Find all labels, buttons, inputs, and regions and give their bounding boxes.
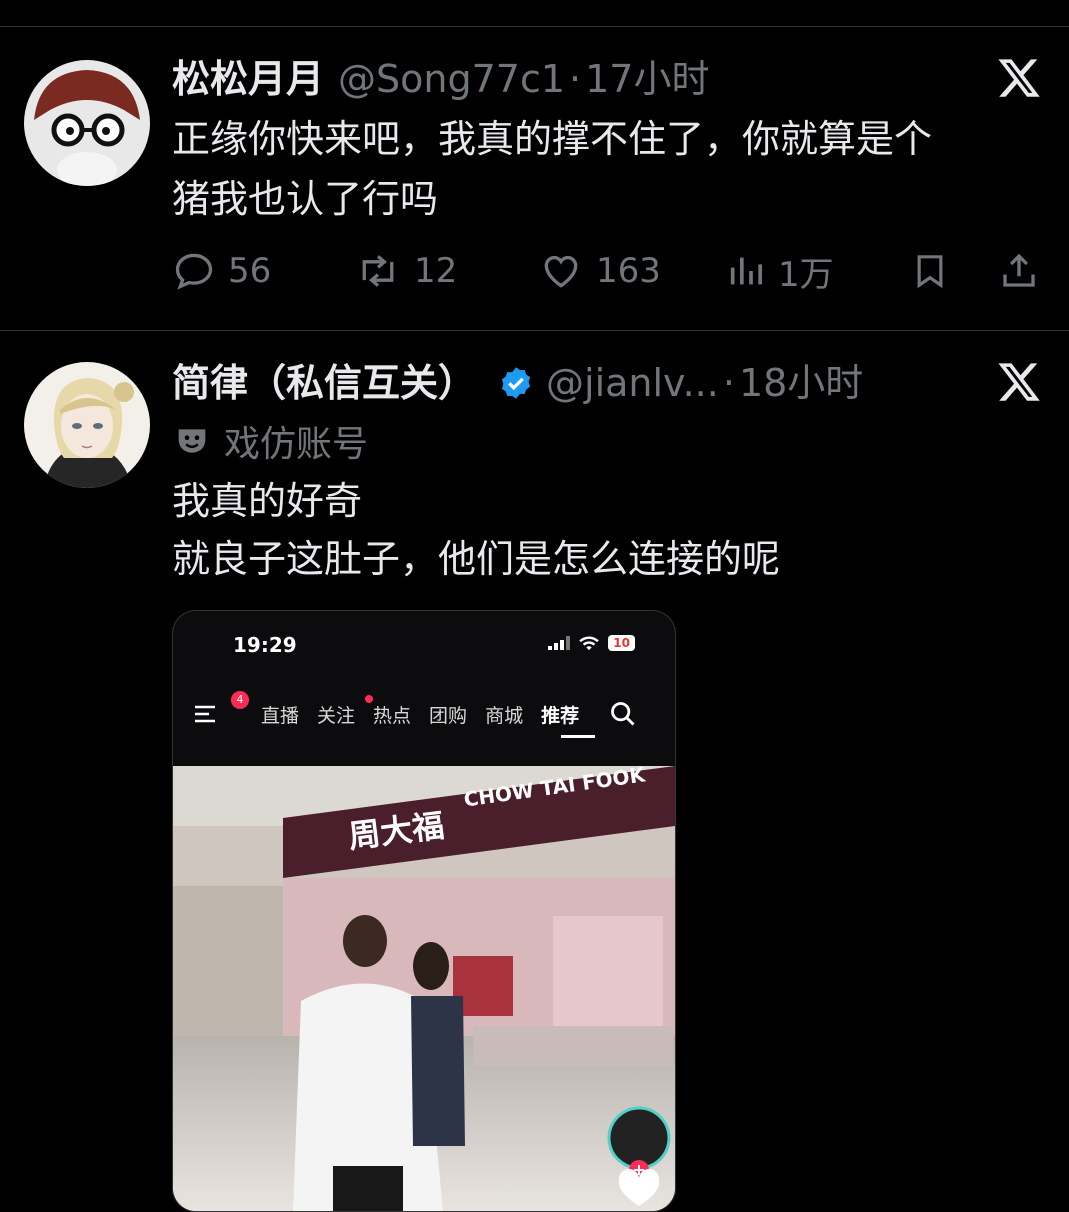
signal-icon [548, 636, 571, 650]
wifi-icon [579, 636, 600, 651]
menu-icon [195, 705, 215, 723]
repost-button[interactable]: 12 [354, 246, 457, 296]
bookmark-icon [917, 255, 943, 289]
verified-badge-icon [501, 367, 531, 399]
reply-icon [175, 253, 213, 290]
repost-icon [362, 255, 394, 287]
tweet-text-line-2: 就良子这肚子，他们是怎么连接的呢 [172, 537, 781, 581]
avatar[interactable] [24, 362, 150, 488]
avatar[interactable] [24, 60, 150, 186]
phone-tab: 关注 [317, 704, 356, 727]
view-count: 1万 [778, 254, 834, 295]
attached-image[interactable]: 19:29 10 4 直播 关注 热点 团购 商城 推荐 周大福 CHOW TA… [172, 610, 676, 1212]
x-logo-icon [998, 363, 1040, 401]
bookmark-button[interactable] [910, 246, 962, 296]
phone-top-nav: 4 直播 关注 热点 团购 商城 推荐 [193, 691, 663, 729]
tweet-text-line-1: 正缘你快来吧，我真的撑不住了，你就算是个 [172, 117, 933, 161]
reply-button[interactable]: 56 [172, 246, 271, 296]
phone-tab: 热点 [373, 704, 412, 727]
timestamp[interactable]: 18小时 [739, 360, 863, 406]
battery-level: 10 [608, 635, 635, 651]
phone-tab: 直播 [261, 704, 300, 727]
views-button[interactable]: 1万 [726, 246, 834, 296]
phone-clock: 19:29 [233, 633, 297, 657]
handle[interactable]: @Song77c1 [338, 56, 565, 102]
like-button[interactable]: 163 [538, 246, 661, 296]
notification-dot [365, 695, 373, 703]
like-count: 163 [596, 251, 661, 291]
phone-tab: 商城 [485, 704, 524, 727]
display-name[interactable]: 松松月月 [172, 56, 324, 102]
repost-count: 12 [414, 251, 458, 291]
separator-dot: · [569, 57, 582, 101]
tweet-actions: 56 12 163 1万 [172, 246, 1042, 296]
phone-tab: 团购 [429, 704, 468, 727]
top-divider [0, 26, 1069, 27]
share-icon [1003, 253, 1035, 287]
views-icon [730, 257, 762, 285]
timestamp[interactable]: 17小时 [585, 56, 709, 102]
handle[interactable]: @jianlv... [546, 360, 719, 406]
share-button[interactable] [998, 246, 1052, 296]
parody-mask-icon [178, 429, 206, 453]
x-logo-icon [998, 59, 1040, 97]
tweet-header: 松松月月 @Song77c1 · 17小时 [172, 56, 709, 102]
tweet-text-line-2: 猪我也认了行吗 [172, 177, 439, 221]
parody-label: 戏仿账号 [172, 415, 368, 467]
tweet-text-line-1: 我真的好奇 [172, 479, 363, 523]
reply-count: 56 [228, 251, 272, 291]
parody-label-text: 戏仿账号 [224, 424, 369, 465]
display-name[interactable]: 简律（私信互关） [172, 360, 476, 406]
active-tab-underline [561, 735, 595, 738]
avatar-image [24, 362, 150, 488]
like-icon [544, 256, 578, 288]
phone-status-bar: 10 [548, 635, 635, 651]
search-icon [611, 702, 635, 726]
phone-tab-active: 推荐 [541, 704, 580, 727]
tweet-header: 简律（私信互关） @jianlv... · 18小时 [172, 360, 863, 406]
menu-badge: 4 [231, 691, 249, 709]
separator-dot: · [722, 361, 735, 405]
avatar-image [24, 60, 150, 186]
tweet-divider [0, 330, 1069, 331]
